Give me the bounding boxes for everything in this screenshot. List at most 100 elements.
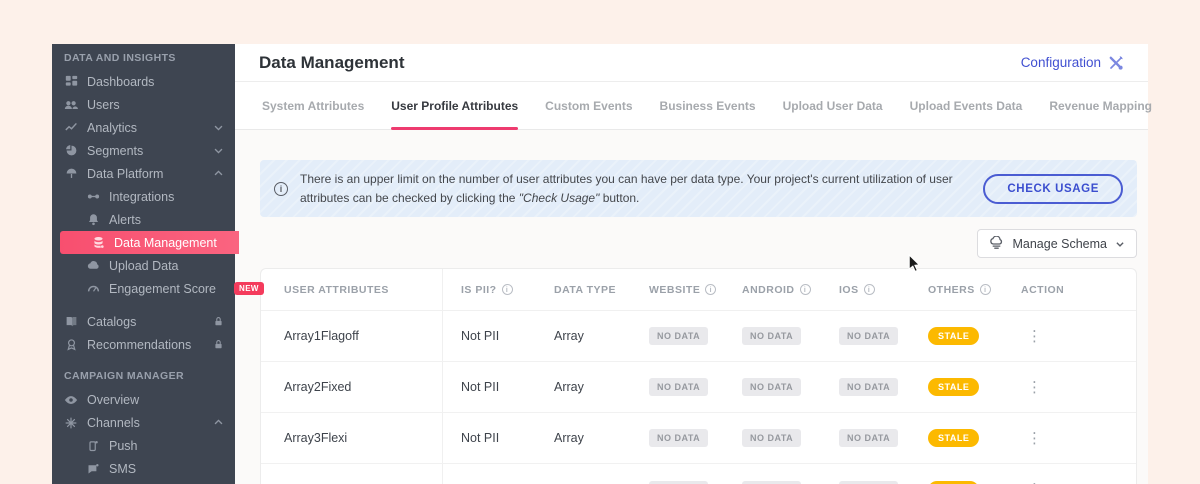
sidebar-item-label: SMS	[109, 461, 137, 476]
info-icon[interactable]: i	[799, 284, 811, 296]
manage-schema-button[interactable]: Manage Schema	[977, 229, 1137, 259]
data-platform-icon	[64, 167, 78, 181]
sms-chat-icon	[86, 462, 100, 476]
check-usage-button[interactable]: CHECK USAGE	[983, 173, 1123, 204]
sidebar-item-label: Recommendations	[87, 337, 192, 352]
schema-cloud-icon	[989, 236, 1004, 251]
new-badge: NEW	[234, 282, 264, 295]
sidebar-item-upload-data[interactable]: Upload Data	[52, 254, 235, 277]
is-pii-value: Not PII	[461, 329, 500, 344]
tab-revenue-mapping[interactable]: Revenue Mapping	[1049, 82, 1152, 129]
col-user-attributes: USER ATTRIBUTES	[261, 269, 443, 311]
sidebar-item-label: Segments	[87, 143, 144, 158]
info-icon[interactable]: i	[501, 284, 513, 296]
sidebar-item-label: Upload Data	[109, 258, 179, 273]
sidebar-item-data-management[interactable]: Data Management	[60, 231, 239, 254]
status-badge: NO DATA	[839, 378, 899, 397]
data-type-value: Array	[554, 431, 584, 446]
sidebar-item-overview[interactable]: Overview	[52, 388, 235, 411]
user-attributes-table: USER ATTRIBUTES IS PII? i DATA TYPE WEBSI…	[260, 268, 1137, 484]
tab-upload-user-data[interactable]: Upload User Data	[783, 82, 883, 129]
status-badge: NO DATA	[649, 378, 709, 397]
status-badge: NO DATA	[742, 429, 802, 448]
sidebar-item-label: Data Platform	[87, 166, 164, 181]
row-actions-menu[interactable]: ⋮	[1021, 376, 1048, 399]
info-icon: i	[274, 181, 288, 196]
title-bar: Data Management Configuration	[235, 44, 1148, 82]
catalogs-icon	[64, 315, 78, 329]
col-is-pii: IS PII? i	[443, 284, 536, 296]
sidebar-item-label: Catalogs	[87, 314, 137, 329]
sidebar-item-analytics[interactable]: Analytics	[52, 116, 235, 139]
is-pii-value: Not PII	[461, 380, 500, 395]
sidebar-item-label: Engagement Score	[109, 281, 217, 296]
sidebar-item-label: Alerts	[109, 212, 141, 227]
col-others: OTHERS i	[910, 284, 1003, 296]
sidebar-item-users[interactable]: Users	[52, 93, 235, 116]
chevron-up-icon	[213, 168, 225, 180]
col-ios: IOS i	[821, 284, 910, 296]
attribute-name: Array2Fixed	[261, 362, 443, 413]
data-type-value: Array	[554, 329, 584, 344]
sidebar-section-campaign-manager: CAMPAIGN MANAGER	[64, 370, 184, 382]
configuration-link[interactable]: Configuration	[1021, 55, 1124, 71]
bell-icon	[86, 213, 100, 227]
sidebar-item-data-platform[interactable]: Data Platform	[52, 162, 235, 185]
attribute-name: Array1Flagoff	[261, 311, 443, 362]
col-android: ANDROID i	[724, 284, 821, 296]
attribute-name: Array3Flexi	[261, 413, 443, 464]
status-badge: NO DATA	[649, 327, 709, 346]
tab-user-profile-attributes[interactable]: User Profile Attributes	[391, 82, 518, 130]
sidebar-item-engagement-score[interactable]: Engagement Score NEW	[52, 277, 264, 300]
sidebar-item-integrations[interactable]: Integrations	[52, 185, 235, 208]
sidebar-item-catalogs[interactable]: Catalogs	[52, 310, 235, 333]
users-icon	[64, 98, 78, 112]
info-icon[interactable]: i	[863, 284, 875, 296]
status-badge: STALE	[928, 378, 980, 397]
analytics-icon	[64, 121, 78, 135]
usage-limit-banner: i There is an upper limit on the number …	[260, 160, 1137, 218]
attribute-name: Boolean1Flagoff	[261, 464, 443, 484]
row-actions-menu[interactable]: ⋮	[1021, 478, 1048, 484]
banner-text-emphasis: "Check Usage"	[518, 190, 600, 205]
segments-pie-icon	[64, 144, 78, 158]
chevron-down-icon	[1115, 239, 1125, 249]
tabs-bar: System Attributes User Profile Attribute…	[235, 82, 1152, 130]
chevron-down-icon	[213, 122, 225, 134]
data-type-value: Array	[554, 380, 584, 395]
row-actions-menu[interactable]: ⋮	[1021, 325, 1048, 348]
sidebar-item-alerts[interactable]: Alerts	[52, 208, 235, 231]
sidebar-item-dashboards[interactable]: Dashboards	[52, 70, 235, 93]
sidebar-item-label: Dashboards	[87, 74, 155, 89]
tab-system-attributes[interactable]: System Attributes	[262, 82, 364, 129]
banner-text: There is an upper limit on the number of…	[300, 170, 971, 207]
status-badge: STALE	[928, 429, 980, 448]
manage-schema-label: Manage Schema	[1012, 236, 1107, 251]
tab-upload-events-data[interactable]: Upload Events Data	[910, 82, 1023, 129]
sidebar-item-segments[interactable]: Segments	[52, 139, 235, 162]
table-header-row: USER ATTRIBUTES IS PII? i DATA TYPE WEBSI…	[261, 269, 1136, 312]
sidebar-item-channels[interactable]: Channels	[52, 411, 235, 434]
status-badge: NO DATA	[839, 429, 899, 448]
sidebar-item-label: Integrations	[109, 189, 175, 204]
status-badge: NO DATA	[839, 327, 899, 346]
main-panel: Data Management Configuration System Att…	[235, 44, 1152, 484]
mouse-cursor	[908, 254, 921, 273]
sidebar-item-sms[interactable]: SMS	[52, 457, 235, 480]
push-phone-icon	[86, 439, 100, 453]
sidebar-item-push[interactable]: Push	[52, 434, 235, 457]
sidebar-item-recommendations[interactable]: Recommendations	[52, 333, 235, 356]
tab-business-events[interactable]: Business Events	[660, 82, 756, 129]
info-icon[interactable]: i	[979, 284, 991, 296]
sidebar-item-label: Channels	[87, 415, 140, 430]
database-icon	[91, 236, 105, 250]
row-actions-menu[interactable]: ⋮	[1021, 427, 1048, 450]
integrations-icon	[86, 190, 100, 204]
page-title: Data Management	[259, 52, 405, 72]
col-data-type: DATA TYPE	[554, 283, 617, 296]
tab-custom-events[interactable]: Custom Events	[545, 82, 632, 129]
info-icon[interactable]: i	[705, 284, 717, 296]
sidebar-section-data-and-insights: DATA AND INSIGHTS	[64, 52, 176, 64]
dashboard-grid-icon	[64, 75, 78, 89]
status-badge: STALE	[928, 327, 980, 346]
